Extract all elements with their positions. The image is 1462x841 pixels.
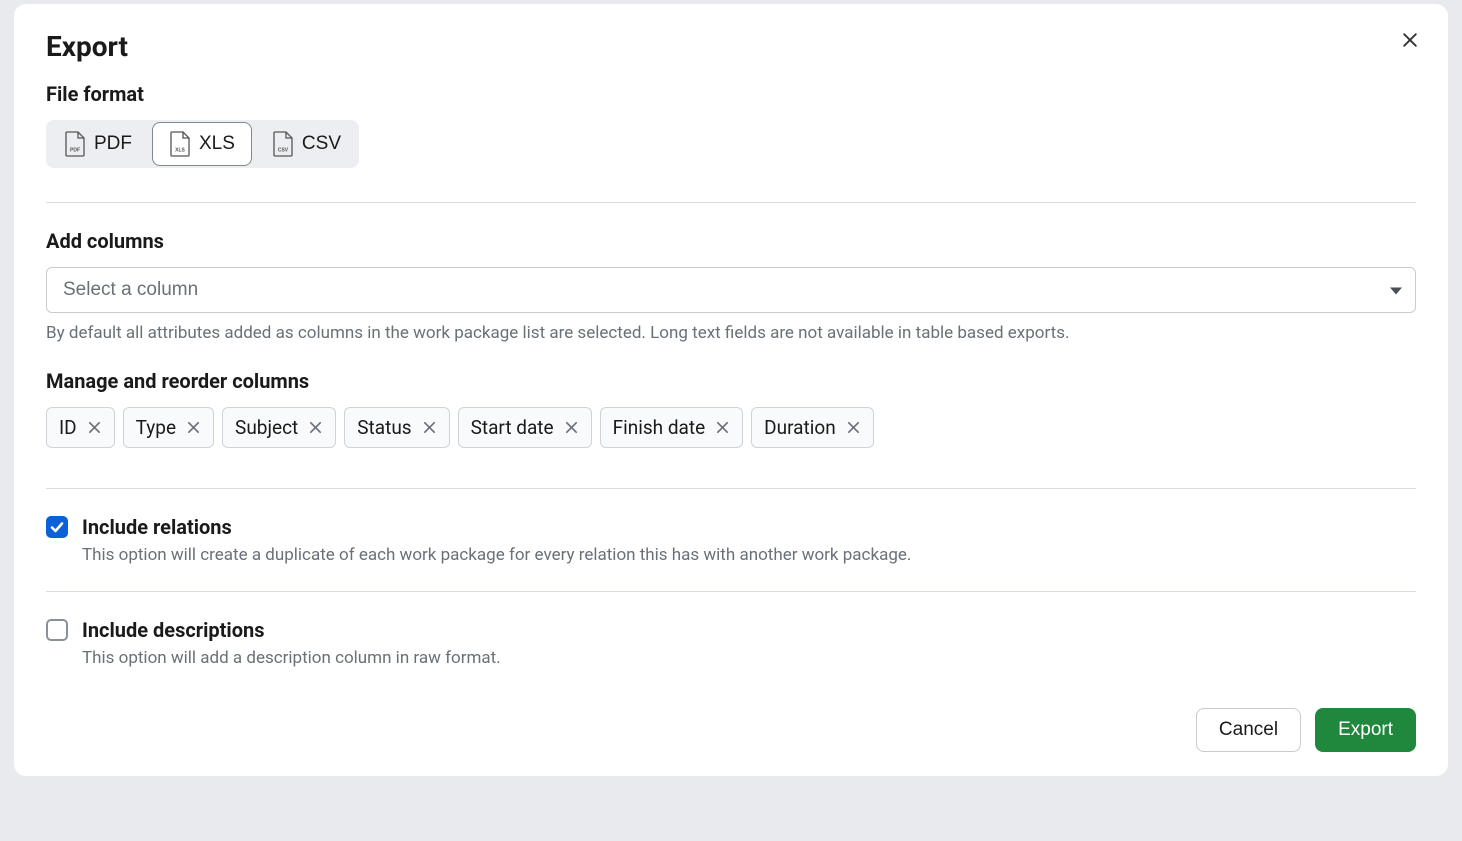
format-label: PDF [94, 133, 132, 155]
chip-label: Duration [764, 416, 836, 439]
checkbox-include_relations[interactable] [46, 516, 68, 538]
manage-columns-section: Manage and reorder columns ID Type Subje… [46, 369, 1416, 448]
svg-text:CSV: CSV [278, 147, 289, 153]
checkbox-include_descriptions[interactable] [46, 619, 68, 641]
export-modal: Export File format PDF PDF XLS XLS CSV C… [14, 4, 1448, 776]
option-include_relations: Include relations This option will creat… [46, 515, 1416, 591]
close-icon [1400, 30, 1420, 50]
column-select[interactable] [46, 267, 1416, 313]
svg-text:XLS: XLS [175, 147, 185, 153]
modal-title: Export [46, 30, 128, 64]
file-icon: XLS [169, 131, 191, 157]
column-chip[interactable]: Status [344, 407, 449, 448]
chip-label: Start date [471, 416, 554, 439]
chip-label: Status [357, 416, 411, 439]
option-include_descriptions: Include descriptions This option will ad… [46, 618, 1416, 694]
svg-text:PDF: PDF [70, 147, 80, 153]
format-option-pdf[interactable]: PDF PDF [46, 120, 150, 168]
option-desc: This option will create a duplicate of e… [82, 545, 911, 565]
chip-label: Finish date [613, 416, 706, 439]
format-option-csv[interactable]: CSV CSV [254, 120, 359, 168]
file-icon: PDF [64, 131, 86, 157]
chip-label: Subject [235, 416, 298, 439]
export-button[interactable]: Export [1315, 708, 1416, 752]
option-title: Include descriptions [82, 618, 501, 642]
file-format-section: File format PDF PDF XLS XLS CSV CSV [46, 82, 1416, 202]
options-section: Include relations This option will creat… [46, 515, 1416, 708]
modal-footer: Cancel Export [46, 708, 1416, 752]
divider [46, 591, 1416, 592]
file-icon: CSV [272, 131, 294, 157]
option-text: Include descriptions This option will ad… [82, 618, 501, 668]
format-option-xls[interactable]: XLS XLS [152, 122, 252, 166]
column-chips: ID Type Subject Status Start date Finish… [46, 407, 1416, 448]
chip-label: ID [59, 416, 77, 439]
remove-column-button[interactable] [186, 420, 201, 435]
remove-column-button[interactable] [846, 420, 861, 435]
remove-column-button[interactable] [308, 420, 323, 435]
remove-column-button[interactable] [422, 420, 437, 435]
modal-header: Export [46, 30, 1416, 64]
remove-column-button[interactable] [564, 420, 579, 435]
close-button[interactable] [1396, 26, 1424, 57]
add-columns-help: By default all attributes added as colum… [46, 323, 1416, 343]
format-label: XLS [199, 133, 235, 155]
format-label: CSV [302, 133, 341, 155]
column-chip[interactable]: Finish date [600, 407, 744, 448]
chip-label: Type [136, 416, 176, 439]
manage-columns-label: Manage and reorder columns [46, 369, 1416, 393]
cancel-button[interactable]: Cancel [1196, 708, 1301, 752]
remove-column-button[interactable] [715, 420, 730, 435]
option-text: Include relations This option will creat… [82, 515, 911, 565]
option-title: Include relations [82, 515, 911, 539]
column-chip[interactable]: Duration [751, 407, 874, 448]
file-format-segmented: PDF PDF XLS XLS CSV CSV [46, 120, 359, 168]
remove-column-button[interactable] [87, 420, 102, 435]
file-format-label: File format [46, 82, 1416, 106]
add-columns-label: Add columns [46, 229, 1416, 253]
column-chip[interactable]: Type [123, 407, 214, 448]
column-chip[interactable]: Subject [222, 407, 336, 448]
column-chip[interactable]: ID [46, 407, 115, 448]
divider [46, 202, 1416, 203]
option-desc: This option will add a description colum… [82, 648, 501, 668]
column-chip[interactable]: Start date [458, 407, 592, 448]
add-columns-section: Add columns By default all attributes ad… [46, 229, 1416, 343]
column-select-input[interactable] [46, 267, 1416, 313]
divider [46, 488, 1416, 489]
